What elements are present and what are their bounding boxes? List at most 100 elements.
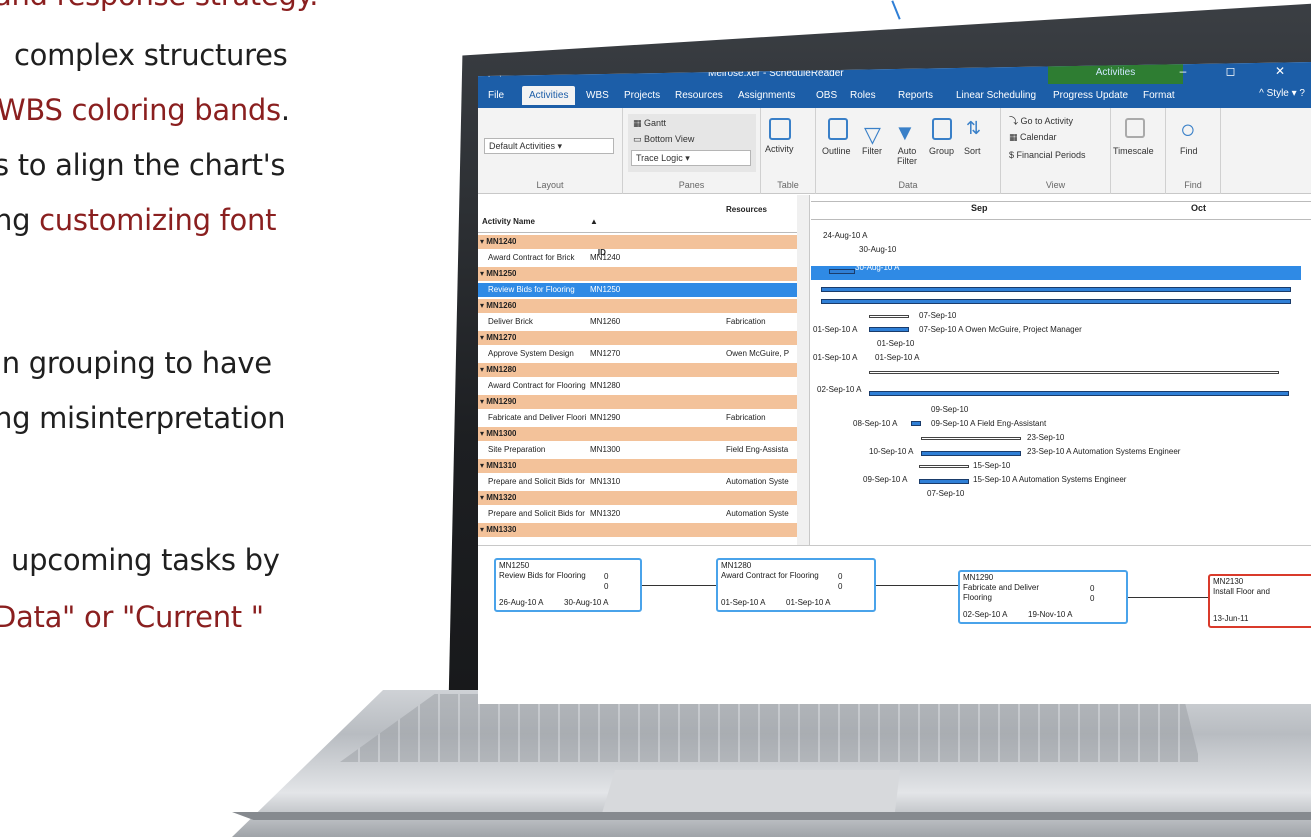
tab-format[interactable]: Format [1143, 90, 1175, 101]
sort-icon[interactable]: ⇅ [966, 118, 981, 139]
col-header-activity-name[interactable]: Activity Name [482, 217, 535, 226]
table-row[interactable]: Review Bids for Flooring MN1250 [478, 283, 798, 297]
activity-name-cell: Deliver Brick [488, 317, 533, 326]
filter-icon[interactable]: ▽ [864, 122, 881, 148]
activity-table-icon[interactable] [769, 118, 791, 140]
gantt-date-label: 30-Aug-10 A [855, 263, 900, 272]
tab-progress-update[interactable]: Progress Update [1053, 90, 1128, 101]
tab-obs[interactable]: OBS [816, 90, 837, 101]
dependency-arrow [876, 585, 958, 586]
tab-resources[interactable]: Resources [675, 90, 723, 101]
gantt-bar[interactable] [911, 421, 921, 426]
gantt-date-label: 09-Sep-10 A [863, 475, 908, 484]
node-field: MN1280 [721, 561, 752, 570]
tab-linear-scheduling[interactable]: Linear Scheduling [956, 90, 1036, 101]
style-menu[interactable]: ^ Style ▾ ? [1259, 88, 1305, 99]
activity-id-cell: MN1280 [590, 381, 621, 390]
gantt-bar[interactable] [921, 437, 1021, 440]
tab-assignments[interactable]: Assignments [738, 90, 795, 101]
node-field: 0 [1090, 584, 1095, 593]
go-to-activity-button[interactable]: ⤵ Go to Activity [1009, 114, 1073, 127]
timescale-button[interactable]: Timescale [1113, 146, 1154, 156]
wbs-group-row[interactable]: ▾ MN1240 [478, 235, 798, 249]
resources-cell: Automation Syste [726, 509, 789, 518]
wbs-group-row[interactable]: ▾ MN1310 [478, 459, 798, 473]
sort-button[interactable]: Sort [964, 146, 981, 156]
gantt-bar[interactable] [869, 371, 1279, 374]
tab-projects[interactable]: Projects [624, 90, 660, 101]
panes-gantt-toggle[interactable]: ▦ Gantt [633, 118, 666, 129]
ribbon-group-find: ○ Find Find [1166, 108, 1221, 194]
table-scrollbar[interactable] [797, 195, 809, 545]
gantt-bar[interactable] [821, 287, 1291, 292]
gantt-bar[interactable] [869, 327, 909, 332]
wbs-group-row[interactable]: ▾ MN1260 [478, 299, 798, 313]
ribbon-group-view: ⤵ Go to Activity ▦ Calendar $ Financial … [1001, 108, 1111, 194]
gantt-bar[interactable] [869, 391, 1289, 396]
gantt-top-line [811, 201, 1311, 202]
activity-button-label[interactable]: Activity [765, 144, 794, 154]
panes-bottom-toggle[interactable]: ▭ Bottom View [633, 134, 694, 145]
node-field: 0 [838, 572, 843, 581]
layout-select[interactable]: Default Activities ▾ [484, 138, 614, 154]
tab-roles[interactable]: Roles [850, 90, 876, 101]
calendar-button[interactable]: ▦ Calendar [1009, 132, 1057, 143]
table-row[interactable]: Prepare and Solicit Bids for MN1320 Automa… [478, 507, 798, 521]
find-button[interactable]: Find [1180, 146, 1198, 156]
window-controls[interactable]: – ◻ ✕ [1180, 64, 1303, 78]
node-field: 0 [838, 582, 843, 591]
gantt-bar[interactable] [921, 451, 1021, 456]
timescale-icon[interactable] [1125, 118, 1145, 138]
search-icon[interactable]: ○ [1180, 114, 1196, 145]
trace-logic-select[interactable]: Trace Logic ▾ [631, 150, 751, 166]
activity-name-cell: Fabricate and Deliver Floori [488, 413, 587, 422]
resources-cell: Fabrication [726, 413, 766, 422]
table-row[interactable]: Site Preparation MN1300 Field Eng-Assista [478, 443, 798, 457]
group-button[interactable]: Group [929, 146, 954, 156]
wbs-group-row[interactable]: ▾ MN1330 [478, 523, 798, 537]
gantt-date-label: 23-Sep-10 A Automation Systems Engineer [1027, 447, 1181, 456]
table-row[interactable]: Award Contract for Flooring MN1280 [478, 379, 798, 393]
table-row[interactable]: Award Contract for Brick MN1240 [478, 251, 798, 265]
laptop-mockup: ⛛ ▾ Melrose.xer - ScheduleReader Activit… [0, 0, 1311, 837]
network-node[interactable]: MN1280 Award Contract for Flooring 0 0 01-Se… [716, 558, 876, 612]
wbs-group-label: ▾ MN1320 [480, 493, 517, 502]
gantt-bar[interactable] [919, 479, 969, 484]
gantt-bar[interactable] [829, 269, 855, 274]
table-row[interactable]: Approve System Design MN1270 Owen McGuire,… [478, 347, 798, 361]
outline-icon[interactable] [828, 118, 848, 140]
tab-wbs[interactable]: WBS [586, 90, 609, 101]
table-row[interactable]: Deliver Brick MN1260 Fabrication [478, 315, 798, 329]
auto-filter-icon[interactable]: ▼ [894, 120, 916, 146]
filter-button[interactable]: Filter [862, 146, 882, 156]
activity-name-cell: Review Bids for Flooring [488, 285, 575, 294]
gantt-bar[interactable] [869, 315, 909, 318]
wbs-group-row[interactable]: ▾ MN1270 [478, 331, 798, 345]
table-row[interactable]: Fabricate and Deliver Floori MN1290 Fabric… [478, 411, 798, 425]
table-row[interactable]: Prepare and Solicit Bids for MN1310 Automa… [478, 475, 798, 489]
wbs-group-row[interactable]: ▾ MN1250 [478, 267, 798, 281]
auto-filter-button[interactable]: Auto Filter [892, 146, 922, 166]
calendar-label: Calendar [1020, 132, 1057, 142]
node-field: Award Contract for Flooring [721, 571, 819, 580]
wbs-group-row[interactable]: ▾ MN1320 [478, 491, 798, 505]
wbs-group-row[interactable]: ▾ MN1300 [478, 427, 798, 441]
wbs-group-label: ▾ MN1280 [480, 365, 517, 374]
tab-reports[interactable]: Reports [898, 90, 933, 101]
wbs-group-row[interactable]: ▾ MN1280 [478, 363, 798, 377]
outline-button[interactable]: Outline [822, 146, 851, 156]
col-header-activity-id[interactable]: ▲ Activity ID [590, 217, 627, 257]
col-header-resources[interactable]: Resources [726, 205, 767, 214]
network-node[interactable]: MN1290 Fabricate and Deliver Flooring 0 0 02-… [958, 570, 1128, 624]
group-icon[interactable] [932, 118, 952, 140]
resources-cell: Field Eng-Assista [726, 445, 789, 454]
ribbon: Default Activities ▾ Layout ▦ Gantt ▭ Bo… [478, 108, 1311, 194]
tab-file[interactable]: File [488, 90, 504, 101]
gantt-bar[interactable] [919, 465, 969, 468]
financial-periods-button[interactable]: $ Financial Periods [1009, 150, 1086, 160]
network-node[interactable]: MN1250 Review Bids for Flooring 0 0 26-Aug-1… [494, 558, 642, 612]
tab-activities[interactable]: Activities [522, 86, 576, 105]
network-node[interactable]: MN2130 Install Floor and 13-Jun-11 [1208, 574, 1311, 628]
wbs-group-row[interactable]: ▾ MN1290 [478, 395, 798, 409]
gantt-bar[interactable] [821, 299, 1291, 304]
